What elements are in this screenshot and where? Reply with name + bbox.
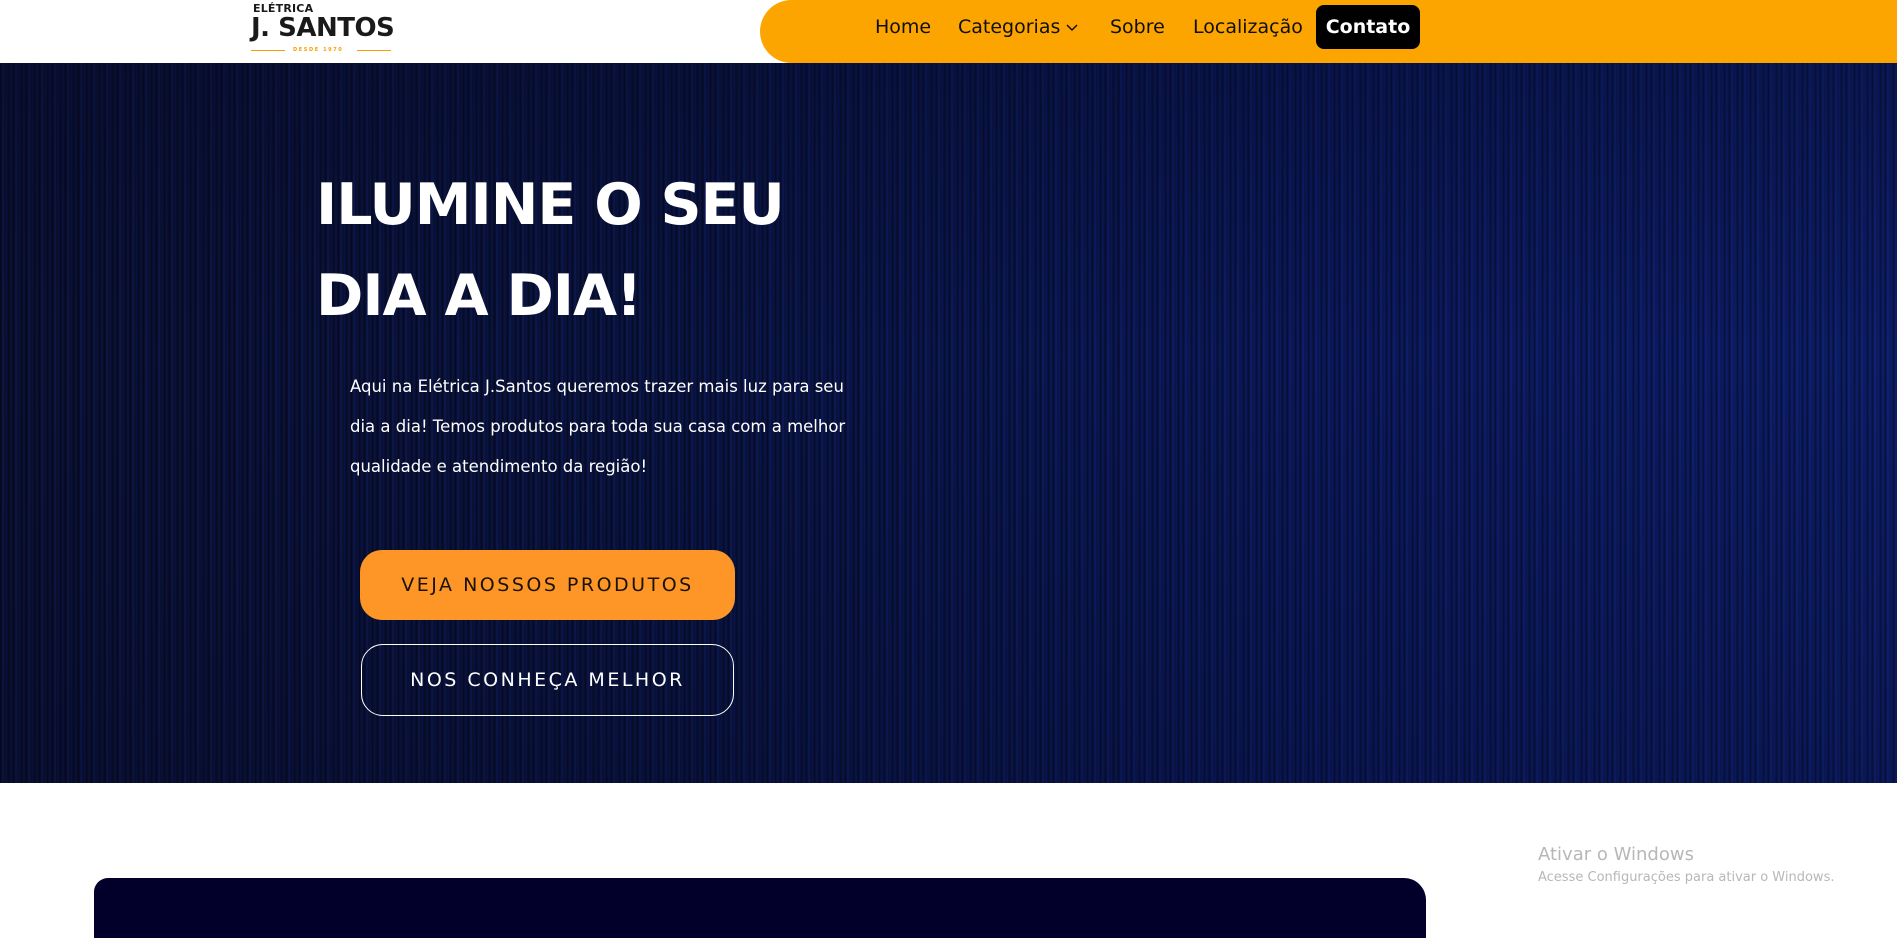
- logo-divider-left: [251, 50, 285, 51]
- nav-item-sobre[interactable]: Sobre: [1110, 15, 1165, 45]
- hero-description: Aqui na Elétrica J.Santos queremos traze…: [350, 377, 846, 476]
- hero-title-line-2: DIA A DIA!: [316, 263, 642, 329]
- view-products-button[interactable]: VEJA NOSSOS PRODUTOS: [360, 550, 735, 620]
- about-us-button[interactable]: NOS CONHEÇA MELHOR: [361, 644, 734, 716]
- logo-sub-text: DESDE 1970: [293, 47, 344, 53]
- nav-item-categorias-label: Categorias: [958, 16, 1061, 38]
- hero-title: ILUMINE O SEU DIA A DIA!: [316, 160, 876, 342]
- contact-button[interactable]: Contato: [1316, 5, 1420, 49]
- logo-main-text: J. SANTOS: [251, 13, 395, 43]
- chevron-down-icon: [1066, 15, 1078, 39]
- hero-title-line-1: ILUMINE O SEU: [316, 172, 785, 238]
- site-header: ELÉTRICA J. SANTOS DESDE 1970 Home Categ…: [0, 0, 1897, 63]
- watermark-subtitle: Acesse Configurações para ativar o Windo…: [1538, 870, 1835, 885]
- content-card: [94, 878, 1426, 938]
- nav-item-home[interactable]: Home: [875, 15, 931, 45]
- site-logo[interactable]: ELÉTRICA J. SANTOS DESDE 1970: [251, 2, 399, 56]
- watermark-title: Ativar o Windows: [1538, 844, 1694, 865]
- windows-activation-watermark: Ativar o Windows Acesse Configurações pa…: [1538, 844, 1834, 888]
- logo-divider-right: [357, 50, 391, 51]
- nav-item-localizacao[interactable]: Localização: [1193, 15, 1303, 45]
- nav-item-categorias[interactable]: Categorias: [958, 15, 1078, 45]
- hero-section: ILUMINE O SEU DIA A DIA! Aqui na Elétric…: [0, 63, 1897, 783]
